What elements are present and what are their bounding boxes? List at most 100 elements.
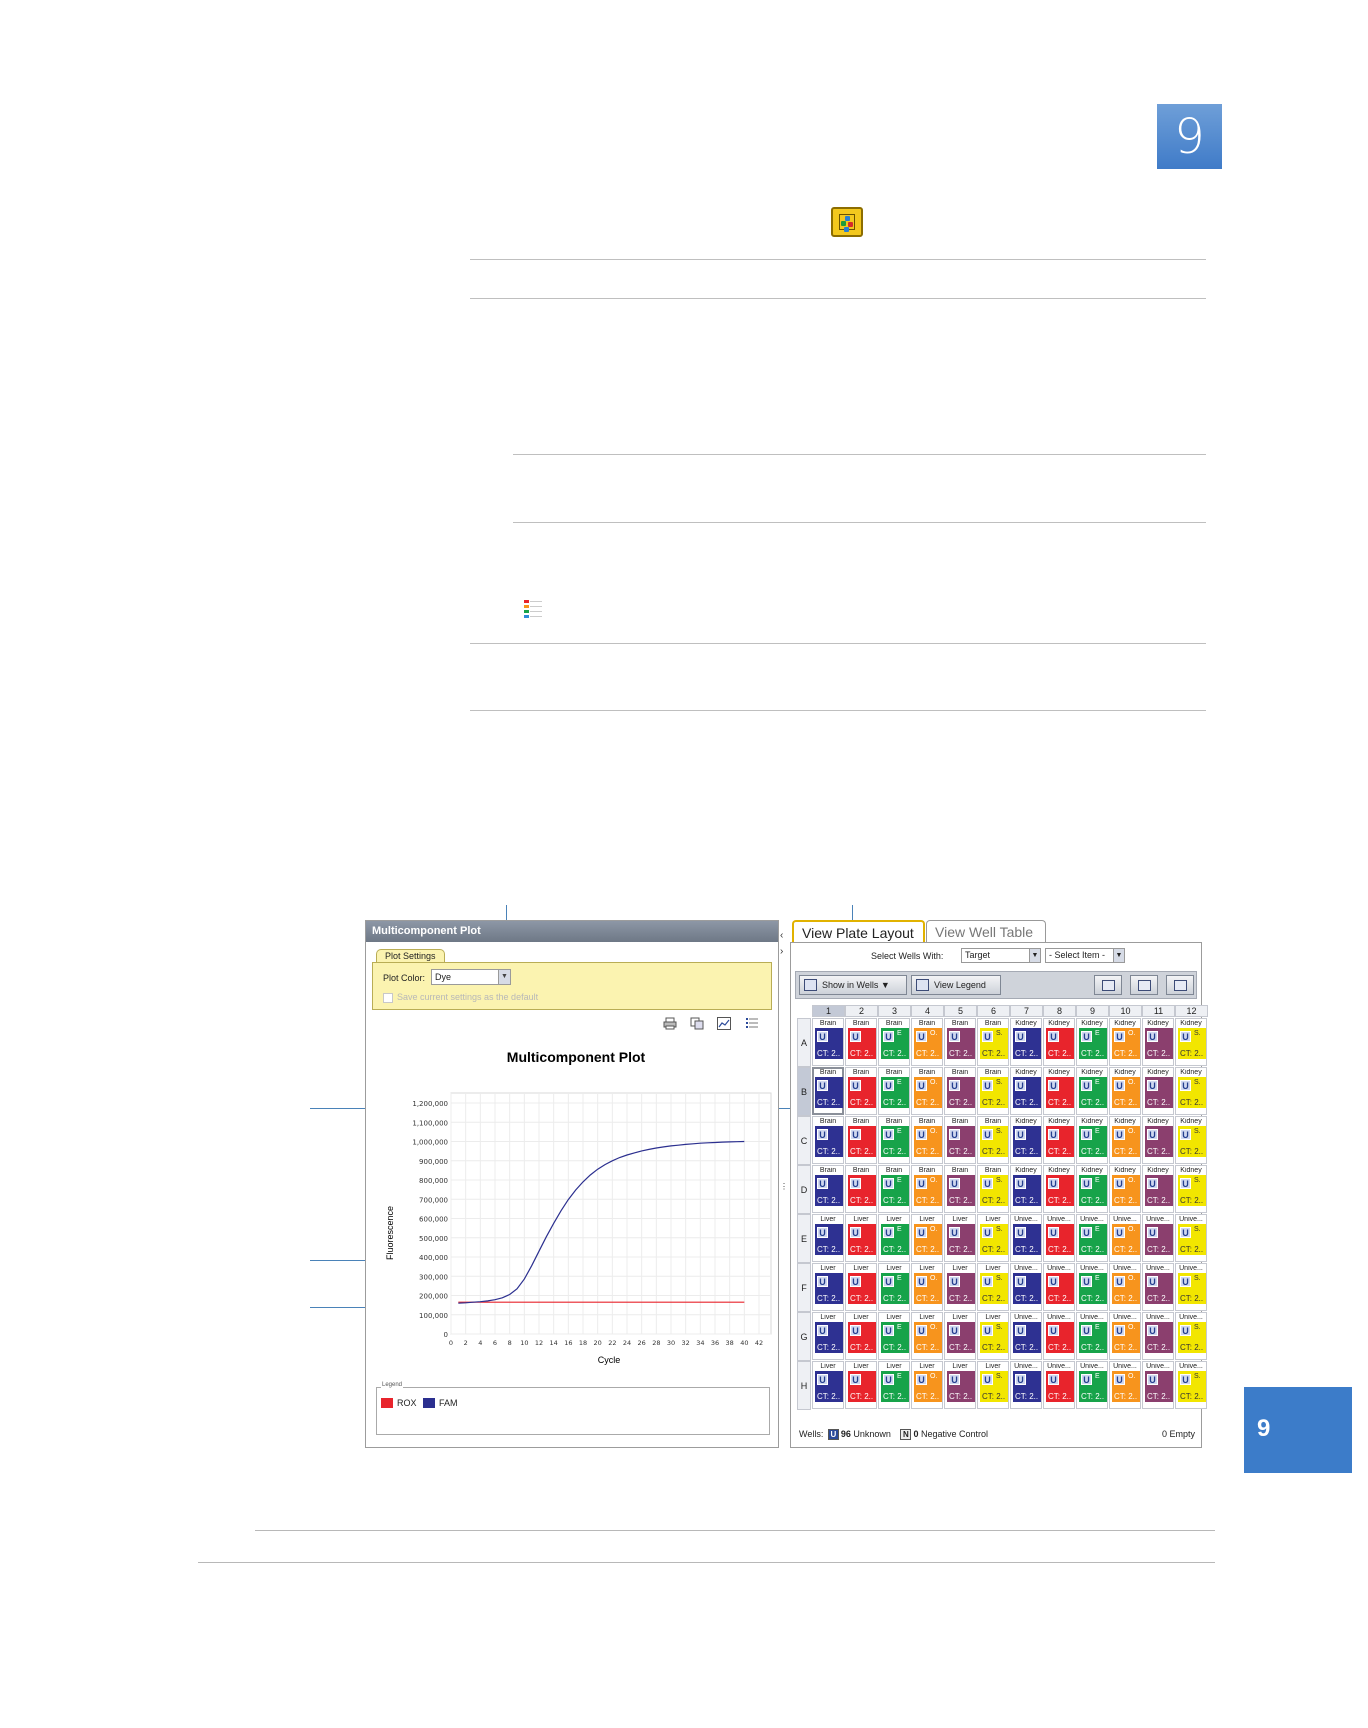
plate-well[interactable]: Kidney U CT: 2..: [1043, 1116, 1075, 1164]
plate-well[interactable]: Unive... U CT: 2..: [1142, 1312, 1174, 1360]
expand-right-icon[interactable]: ›: [780, 946, 783, 957]
zoom-fit-button[interactable]: [1130, 975, 1158, 995]
plot-color-select[interactable]: Dye ▼: [431, 969, 511, 985]
plate-well[interactable]: Unive... U E CT: 2..: [1076, 1361, 1108, 1409]
chevron-down-icon[interactable]: ▼: [1029, 949, 1040, 962]
show-in-wells-button[interactable]: Show in Wells ▼: [799, 975, 907, 995]
plate-well[interactable]: Brain U O. CT: 2..: [911, 1067, 943, 1115]
plate-well[interactable]: Kidney U O. CT: 2..: [1109, 1116, 1141, 1164]
plate-well[interactable]: Brain U E CT: 2..: [878, 1116, 910, 1164]
plate-well[interactable]: Liver U CT: 2..: [944, 1312, 976, 1360]
plate-well[interactable]: Unive... U E CT: 2..: [1076, 1312, 1108, 1360]
plate-well[interactable]: Kidney U S. CT: 2..: [1175, 1067, 1207, 1115]
plate-well[interactable]: Liver U S. CT: 2..: [977, 1312, 1009, 1360]
plate-well[interactable]: Brain U S. CT: 2..: [977, 1018, 1009, 1066]
plate-well[interactable]: Kidney U CT: 2..: [1142, 1018, 1174, 1066]
plate-well[interactable]: Liver U CT: 2..: [944, 1263, 976, 1311]
column-header[interactable]: 5: [944, 1005, 977, 1017]
plate-well[interactable]: Brain U S. CT: 2..: [977, 1165, 1009, 1213]
plate-well[interactable]: Brain U CT: 2..: [845, 1116, 877, 1164]
plate-well[interactable]: Kidney U CT: 2..: [1043, 1067, 1075, 1115]
plate-well[interactable]: Brain U E CT: 2..: [878, 1018, 910, 1066]
plate-well[interactable]: Kidney U E CT: 2..: [1076, 1018, 1108, 1066]
plate-well[interactable]: Kidney U S. CT: 2..: [1175, 1018, 1207, 1066]
column-header[interactable]: 11: [1142, 1005, 1175, 1017]
plate-well[interactable]: Kidney U E CT: 2..: [1076, 1116, 1108, 1164]
column-header[interactable]: 1: [812, 1005, 845, 1017]
row-header[interactable]: F: [797, 1263, 811, 1312]
plate-well[interactable]: Unive... U CT: 2..: [1142, 1263, 1174, 1311]
plate-well[interactable]: Brain U CT: 2..: [944, 1018, 976, 1066]
column-header[interactable]: 9: [1076, 1005, 1109, 1017]
column-header[interactable]: 12: [1175, 1005, 1208, 1017]
tab-view-plate-layout[interactable]: View Plate Layout: [792, 920, 925, 942]
column-header[interactable]: 10: [1109, 1005, 1142, 1017]
plate-well[interactable]: Unive... U O. CT: 2..: [1109, 1361, 1141, 1409]
column-header[interactable]: 2: [845, 1005, 878, 1017]
plate-well[interactable]: Brain U O. CT: 2..: [911, 1018, 943, 1066]
plate-well[interactable]: Liver U CT: 2..: [845, 1214, 877, 1262]
plate-well[interactable]: Liver U CT: 2..: [845, 1361, 877, 1409]
plate-well[interactable]: Brain U O. CT: 2..: [911, 1165, 943, 1213]
tab-view-well-table[interactable]: View Well Table: [926, 920, 1046, 942]
plate-well[interactable]: Brain U CT: 2..: [812, 1067, 844, 1115]
row-header[interactable]: C: [797, 1116, 811, 1165]
plate-well[interactable]: Unive... U CT: 2..: [1010, 1214, 1042, 1262]
plate-well[interactable]: Kidney U CT: 2..: [1010, 1018, 1042, 1066]
plate-well[interactable]: Kidney U E CT: 2..: [1076, 1067, 1108, 1115]
column-header[interactable]: 6: [977, 1005, 1010, 1017]
plate-well[interactable]: Kidney U CT: 2..: [1142, 1067, 1174, 1115]
row-header[interactable]: G: [797, 1312, 811, 1361]
plate-well[interactable]: Liver U O. CT: 2..: [911, 1312, 943, 1360]
splitter-grip-icon[interactable]: ⋮: [780, 1182, 788, 1191]
plate-well[interactable]: Liver U CT: 2..: [812, 1312, 844, 1360]
view-legend-button[interactable]: View Legend: [911, 975, 1001, 995]
column-header[interactable]: 8: [1043, 1005, 1076, 1017]
zoom-out-button[interactable]: [1166, 975, 1194, 995]
plate-well[interactable]: Liver U E CT: 2..: [878, 1361, 910, 1409]
plate-well[interactable]: Unive... U E CT: 2..: [1076, 1263, 1108, 1311]
plate-well[interactable]: Liver U CT: 2..: [812, 1361, 844, 1409]
plate-well[interactable]: Liver U S. CT: 2..: [977, 1361, 1009, 1409]
plate-well[interactable]: Liver U E CT: 2..: [878, 1214, 910, 1262]
plate-well[interactable]: Liver U O. CT: 2..: [911, 1214, 943, 1262]
plate-well[interactable]: Unive... U CT: 2..: [1142, 1214, 1174, 1262]
plate-well[interactable]: Liver U CT: 2..: [845, 1312, 877, 1360]
column-header[interactable]: 4: [911, 1005, 944, 1017]
select-wells-target-select[interactable]: Target ▼: [961, 948, 1041, 963]
select-item-select[interactable]: - Select Item - ▼: [1045, 948, 1125, 963]
plate-well[interactable]: Brain U CT: 2..: [944, 1165, 976, 1213]
zoom-grid-button[interactable]: [1094, 975, 1122, 995]
plate-well[interactable]: Kidney U CT: 2..: [1010, 1116, 1042, 1164]
plate-well[interactable]: Unive... U S. CT: 2..: [1175, 1263, 1207, 1311]
plate-well[interactable]: Unive... U O. CT: 2..: [1109, 1312, 1141, 1360]
plate-well[interactable]: Brain U CT: 2..: [812, 1116, 844, 1164]
plate-well[interactable]: Kidney U O. CT: 2..: [1109, 1165, 1141, 1213]
plot-chart-icon[interactable]: [717, 1017, 731, 1030]
plate-well[interactable]: Brain U E CT: 2..: [878, 1067, 910, 1115]
plate-well[interactable]: Liver U CT: 2..: [944, 1214, 976, 1262]
plate-well[interactable]: Unive... U O. CT: 2..: [1109, 1263, 1141, 1311]
plate-well[interactable]: Kidney U CT: 2..: [1010, 1067, 1042, 1115]
plate-well[interactable]: Unive... U CT: 2..: [1010, 1312, 1042, 1360]
plate-well[interactable]: Brain U S. CT: 2..: [977, 1067, 1009, 1115]
plate-well[interactable]: Liver U CT: 2..: [944, 1361, 976, 1409]
plate-well[interactable]: Kidney U CT: 2..: [1043, 1018, 1075, 1066]
plate-well[interactable]: Unive... U S. CT: 2..: [1175, 1361, 1207, 1409]
plate-well[interactable]: Brain U CT: 2..: [845, 1018, 877, 1066]
plate-well[interactable]: Liver U CT: 2..: [812, 1214, 844, 1262]
plate-well[interactable]: Kidney U O. CT: 2..: [1109, 1067, 1141, 1115]
plate-well[interactable]: Brain U O. CT: 2..: [911, 1116, 943, 1164]
plate-well[interactable]: Unive... U S. CT: 2..: [1175, 1214, 1207, 1262]
plate-well[interactable]: Brain U E CT: 2..: [878, 1165, 910, 1213]
plate-well[interactable]: Liver U O. CT: 2..: [911, 1361, 943, 1409]
plate-well[interactable]: Unive... U CT: 2..: [1043, 1361, 1075, 1409]
row-header[interactable]: E: [797, 1214, 811, 1263]
plate-well[interactable]: Kidney U CT: 2..: [1043, 1165, 1075, 1213]
plate-well[interactable]: Brain U CT: 2..: [944, 1067, 976, 1115]
plate-well[interactable]: Kidney U CT: 2..: [1010, 1165, 1042, 1213]
plate-well[interactable]: Unive... U CT: 2..: [1043, 1263, 1075, 1311]
plate-well[interactable]: Brain U CT: 2..: [812, 1165, 844, 1213]
plate-well[interactable]: Brain U CT: 2..: [944, 1116, 976, 1164]
chevron-down-icon[interactable]: ▼: [498, 970, 510, 984]
